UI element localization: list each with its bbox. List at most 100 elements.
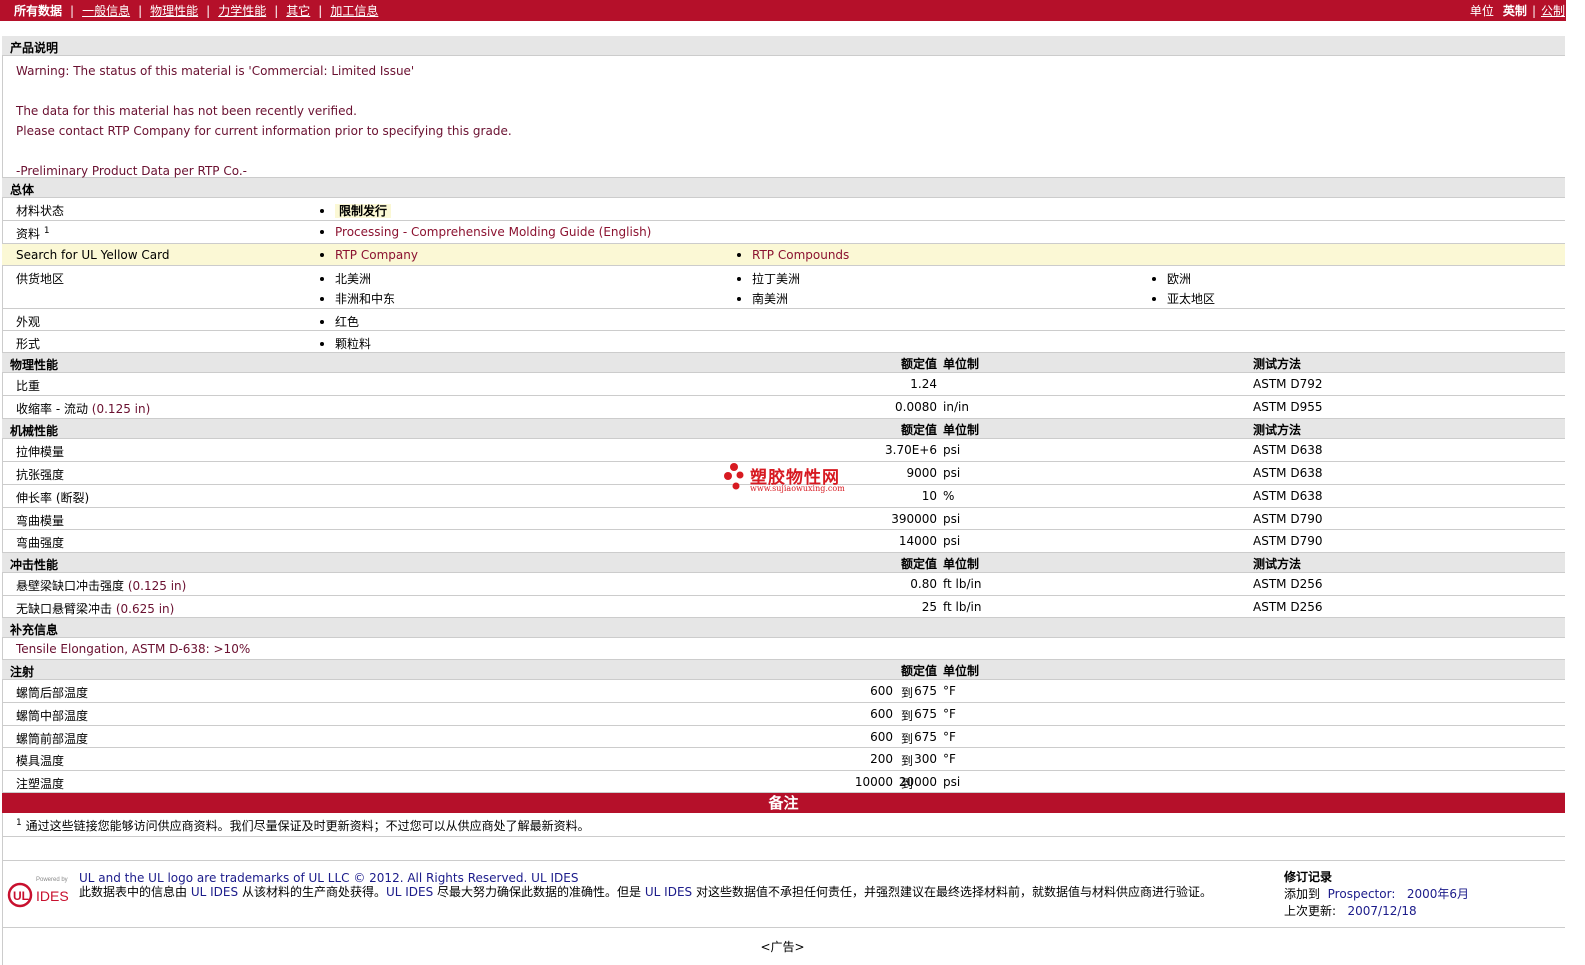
range-max: 20000 [898, 775, 937, 789]
nav-mechanical[interactable]: 力学性能 [218, 2, 266, 19]
table-row: 拉伸模量 3.70E+6 psi ASTM D638 [2, 439, 1565, 462]
unit-value: ft lb/in [943, 577, 982, 591]
nav-all-data[interactable]: 所有数据 [14, 2, 62, 19]
nav-separator: | [206, 3, 211, 18]
unit-english[interactable]: 英制 [1503, 2, 1527, 19]
nav-processing[interactable]: 加工信息 [330, 2, 378, 19]
table-row: 弯曲强度 14000 psi ASTM D790 [2, 530, 1565, 553]
table-row: 无缺口悬臂梁冲击 (0.625 in) 25 ft lb/in ASTM D25… [2, 596, 1565, 618]
region-item: 拉丁美洲 [737, 270, 800, 287]
nominal-value: 25 [921, 600, 937, 614]
range-min: 600 [870, 707, 893, 721]
nav-separator: | [318, 3, 323, 18]
col-unit: 单位制 [943, 423, 980, 437]
col-unit: 单位制 [943, 557, 980, 571]
nominal-value: 0.0080 [895, 400, 937, 414]
test-method: ASTM D256 [1253, 600, 1323, 614]
top-nav-bar: 所有数据 | 一般信息 | 物理性能 | 力学性能 | 其它 | 加工信息 单位… [0, 0, 1585, 21]
row-label: Search for UL Yellow Card [16, 248, 170, 262]
table-row: 模具温度 200 到 300 °F [2, 748, 1565, 771]
nominal-value: 10 [921, 489, 937, 503]
nav-separator: | [138, 3, 143, 18]
logo-powered-by: Powered by [36, 877, 68, 883]
ul-ides-logo[interactable]: Powered by UL IDES [6, 871, 70, 913]
notes-row: 1 通过这些链接您能够访问供应商资料。我们尽量保证及时更新资料；不过您可以从供应… [2, 813, 1565, 837]
watermark-url: www.sujiaowuxing.com [750, 484, 845, 493]
test-method: ASTM D792 [1253, 377, 1323, 391]
docs-link[interactable]: Processing - Comprehensive Molding Guide… [320, 225, 651, 239]
nav-physical[interactable]: 物理性能 [150, 2, 198, 19]
region-item: 亚太地区 [1152, 290, 1215, 307]
test-method: ASTM D790 [1253, 534, 1323, 548]
row-label: 弯曲强度 [16, 536, 65, 550]
range-min: 600 [870, 730, 893, 744]
logo-ul-mark: UL [13, 889, 29, 903]
row-regions: 供货地区 北美洲 拉丁美洲 欧洲 非洲和中东 南美洲 亚太地区 [2, 266, 1565, 309]
section-nav: 所有数据 | 一般信息 | 物理性能 | 力学性能 | 其它 | 加工信息 [14, 2, 378, 19]
nominal-value: 9000 [906, 466, 937, 480]
section-title: 注射 [10, 665, 35, 679]
range-to: 到 [900, 732, 913, 746]
test-method: ASTM D256 [1253, 577, 1323, 591]
col-nominal: 额定值 [900, 557, 937, 571]
unit-value: psi [943, 466, 961, 480]
section-title: 物理性能 [10, 358, 59, 372]
unit-value: psi [943, 775, 961, 789]
ad-label[interactable]: <广告> [0, 938, 1565, 955]
section-title: 补充信息 [10, 623, 59, 637]
watermark-logo: 塑胶物性网 www.sujiaowuxing.com [722, 461, 852, 495]
unit-value: °F [943, 684, 956, 698]
nav-general-info[interactable]: 一般信息 [82, 2, 130, 19]
col-unit: 单位制 [943, 357, 980, 371]
test-method: ASTM D955 [1253, 400, 1323, 414]
unit-value: % [943, 489, 955, 503]
range-min: 600 [870, 684, 893, 698]
region-item: 南美洲 [737, 290, 788, 307]
range-max: 675 [914, 730, 937, 744]
row-label: 外观 [16, 315, 41, 329]
table-row: 螺筒中部温度 600 到 675 °F [2, 703, 1565, 726]
nominal-value: 14000 [898, 534, 937, 548]
table-row: 螺筒前部温度 600 到 675 °F [2, 726, 1565, 748]
row-label: 螺筒前部温度 [16, 732, 89, 746]
product-desc-body: Warning: The status of this material is … [2, 56, 1565, 178]
appearance-value: 红色 [320, 313, 359, 330]
table-row: 螺筒后部温度 600 到 675 °F [2, 680, 1565, 703]
revision-added: 添加到 Prospector: 2000年6月 [1284, 887, 1469, 901]
test-method: ASTM D790 [1253, 512, 1323, 526]
table-row: 注塑温度 10000 到 20000 psi [2, 771, 1565, 793]
row-label: 伸长率 (断裂) [16, 491, 90, 505]
nominal-value: 1.24 [910, 377, 937, 391]
nav-other[interactable]: 其它 [286, 2, 310, 19]
rtp-company-link[interactable]: RTP Company [320, 248, 418, 262]
section-title: 产品说明 [10, 41, 59, 55]
scrollbar-gutter[interactable] [1566, 0, 1585, 965]
row-label: 资料 1 [16, 226, 50, 241]
rtp-compounds-link[interactable]: RTP Compounds [737, 248, 849, 262]
unit-value: °F [943, 707, 956, 721]
region-item: 北美洲 [320, 270, 371, 287]
unit-value: psi [943, 512, 961, 526]
col-nominal: 额定值 [900, 664, 937, 678]
row-label: 拉伸模量 [16, 445, 65, 459]
revision-title: 修订记录 [1284, 870, 1333, 884]
nav-separator: | [70, 3, 75, 18]
col-nominal: 额定值 [900, 357, 937, 371]
row-label: 螺筒后部温度 [16, 686, 89, 700]
unit-value: ft lb/in [943, 600, 982, 614]
watermark-dots-icon [724, 463, 744, 490]
trademark-text: UL and the UL logo are trademarks of UL … [79, 871, 579, 885]
col-unit: 单位制 [943, 664, 980, 678]
col-test: 测试方法 [1253, 423, 1302, 437]
unit-metric-link[interactable]: 公制 [1541, 2, 1565, 19]
section-header-physical: 物理性能 额定值 单位制 测试方法 [2, 353, 1565, 373]
row-label: 无缺口悬臂梁冲击 (0.625 in) [16, 602, 175, 616]
contact-text: Please contact RTP Company for current i… [16, 124, 512, 138]
row-ul-yellow-card: Search for UL Yellow Card RTP Company RT… [2, 244, 1565, 266]
unit-value: psi [943, 534, 961, 548]
notes-header: 备注 [2, 793, 1565, 813]
footer: Powered by UL IDES UL and the UL logo ar… [2, 860, 1565, 928]
section-title: 总体 [10, 183, 35, 197]
row-label: 收缩率 - 流动 (0.125 in) [16, 402, 151, 416]
section-title: 冲击性能 [10, 558, 59, 572]
